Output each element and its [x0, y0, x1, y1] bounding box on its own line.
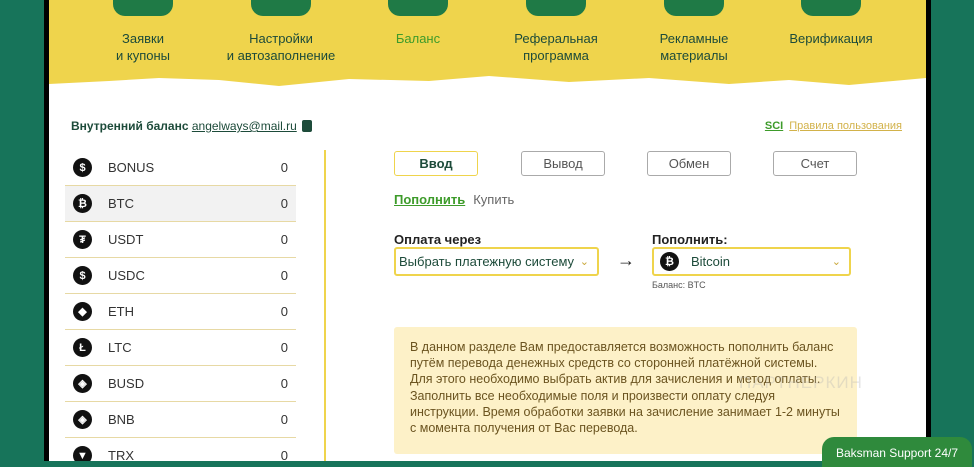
nav-label: Настройки: [249, 31, 313, 46]
asset-name: TRX: [108, 448, 134, 461]
nav-settings[interactable]: Настройки и автозаполнение: [201, 0, 361, 64]
asset-row[interactable]: $ USDC 0: [65, 258, 296, 294]
asset-name: BUSD: [108, 376, 145, 391]
ltc-icon: Ł: [73, 338, 92, 357]
asset-value: 0: [280, 232, 288, 247]
bnb-icon: ◈: [73, 410, 92, 429]
asset-value: 0: [280, 304, 288, 319]
asset-select[interactable]: ₿ Bitcoin ⌄: [652, 247, 851, 276]
promo-icon: [664, 0, 724, 16]
nav-label: Верификация: [789, 31, 873, 46]
tab-deposit[interactable]: Ввод: [394, 151, 478, 176]
nav-balance[interactable]: Баланс: [338, 0, 498, 47]
nav-promo[interactable]: Рекламные материалы: [614, 0, 774, 64]
nav-verification[interactable]: Верификация: [751, 0, 911, 47]
subtab-topup[interactable]: Пополнить: [394, 192, 465, 207]
nav-label: и купоны: [116, 48, 170, 63]
usdc-icon: $: [73, 266, 92, 285]
tab-account[interactable]: Счет: [773, 151, 857, 176]
nav-referral[interactable]: Реферальная программа: [476, 0, 636, 64]
asset-name: BNB: [108, 412, 135, 427]
tab-exchange[interactable]: Обмен: [647, 151, 731, 176]
payment-system-select[interactable]: Выбрать платежную систему ⌄: [394, 247, 599, 276]
asset-row[interactable]: Ł LTC 0: [65, 330, 296, 366]
asset-row[interactable]: ▼ TRX 0: [65, 438, 296, 461]
nav-label: Заявки: [122, 31, 164, 46]
referral-icon: [526, 0, 586, 16]
select-value: Выбрать платежную систему: [399, 254, 575, 269]
subtabs: Пополнить Купить: [394, 192, 514, 207]
usdt-icon: ₮: [73, 230, 92, 249]
asset-value: 0: [280, 412, 288, 427]
balance-title: Внутренний баланс angelways@mail.ru: [71, 119, 312, 133]
asset-name: USDC: [108, 268, 145, 283]
asset-value: 0: [280, 160, 288, 175]
clipboard-icon[interactable]: [301, 120, 312, 132]
watermark: ПАРТНЕРКИН: [739, 373, 863, 392]
verification-icon: [801, 0, 861, 16]
tab-withdraw[interactable]: Вывод: [521, 151, 605, 176]
asset-value: 0: [280, 340, 288, 355]
asset-row[interactable]: ₮ USDT 0: [65, 222, 296, 258]
bitcoin-icon: ₿: [660, 252, 679, 271]
asset-name: USDT: [108, 232, 144, 247]
busd-icon: ◈: [73, 374, 92, 393]
eth-icon: ◆: [73, 302, 92, 321]
arrow-right-icon: →: [617, 250, 635, 270]
settings-icon: [251, 0, 311, 16]
rules-link[interactable]: Правила пользования: [789, 120, 902, 132]
asset-row[interactable]: ◈ BNB 0: [65, 402, 296, 438]
topup-label: Пополнить:: [652, 232, 728, 247]
nav-orders[interactable]: Заявки и купоны: [63, 0, 223, 64]
nav-label: материалы: [660, 48, 728, 63]
nav-label: программа: [523, 48, 589, 63]
page: Заявки и купоны Настройки и автозаполнение…: [49, 0, 926, 461]
top-links: SCI Правила пользования: [765, 120, 902, 132]
balance-icon: [388, 0, 448, 16]
subtab-buy[interactable]: Купить: [473, 192, 514, 207]
nav-label: Рекламные: [659, 31, 729, 46]
email-link[interactable]: angelways@mail.ru: [192, 119, 297, 133]
asset-row[interactable]: ◈ BUSD 0: [65, 366, 296, 402]
asset-value: 0: [280, 448, 288, 461]
trx-icon: ▼: [73, 446, 92, 461]
balance-note: Баланс: BTC: [652, 280, 706, 290]
divider: [324, 150, 326, 461]
asset-value: 0: [280, 376, 288, 391]
asset-row[interactable]: ₿ BTC 0: [65, 186, 296, 222]
orders-icon: [113, 0, 173, 16]
pay-label: Оплата через: [394, 232, 482, 247]
asset-list: $ BONUS 0 ₿ BTC 0 ₮ USDT 0 $ USDC 0 ◆ ETH 0 Ł LTC 0 …: [65, 150, 296, 461]
asset-value: 0: [280, 196, 288, 211]
asset-value: 0: [280, 268, 288, 283]
asset-name: ETH: [108, 304, 134, 319]
sci-link[interactable]: SCI: [765, 120, 783, 132]
asset-name: BTC: [108, 196, 134, 211]
support-chat-button[interactable]: Baksman Support 24/7: [822, 437, 972, 467]
nav-label: и автозаполнение: [226, 48, 336, 63]
asset-name: BONUS: [108, 160, 155, 175]
torn-edge: [49, 76, 926, 97]
btc-icon: ₿: [73, 194, 92, 213]
asset-name: LTC: [108, 340, 132, 355]
nav-label: Реферальная: [514, 31, 598, 46]
select-value: Bitcoin: [691, 254, 731, 269]
asset-row[interactable]: $ BONUS 0: [65, 150, 296, 186]
nav-label: Баланс: [395, 31, 441, 46]
chevron-down-icon: ⌄: [579, 256, 589, 268]
bonus-icon: $: [73, 158, 92, 177]
chevron-down-icon: ⌄: [831, 256, 841, 268]
asset-row[interactable]: ◆ ETH 0: [65, 294, 296, 330]
